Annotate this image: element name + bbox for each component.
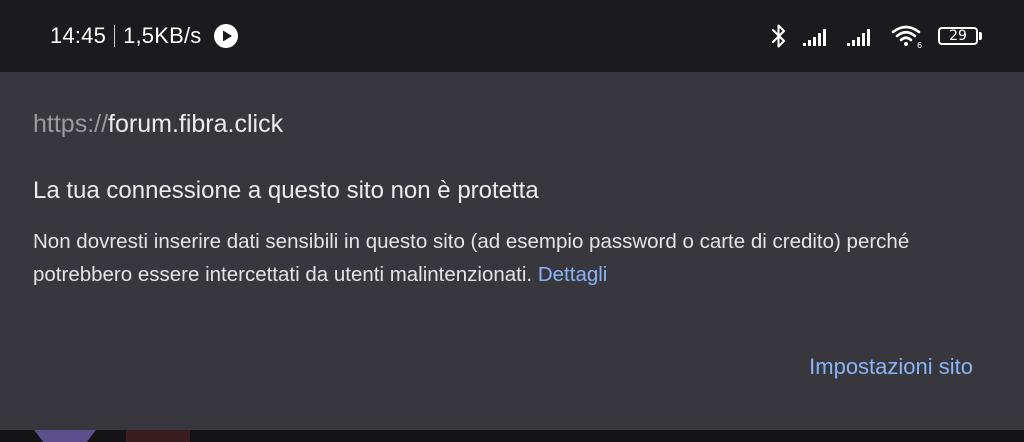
url-host: forum.fibra.click xyxy=(108,110,284,138)
background-thumbnail xyxy=(126,430,190,442)
details-link[interactable]: Dettagli xyxy=(538,263,608,286)
site-url: https://forum.fibra.click xyxy=(33,110,283,139)
status-left: 14:45 1,5KB/s xyxy=(50,22,238,50)
separator xyxy=(114,25,116,47)
site-info-panel: https://forum.fibra.click La tua conness… xyxy=(0,72,1024,430)
connection-warning-title: La tua connessione a questo sito non è p… xyxy=(33,177,539,204)
signal-icon xyxy=(846,25,876,47)
connection-warning-description: Non dovresti inserire dati sensibili in … xyxy=(33,225,1008,291)
network-speed: 1,5KB/s xyxy=(123,23,202,48)
battery-icon: 29 xyxy=(938,26,982,46)
status-bar: 14:45 1,5KB/s 6 29 xyxy=(0,0,1024,72)
status-right: 6 29 xyxy=(770,22,982,50)
clock: 14:45 xyxy=(50,23,107,48)
wifi-icon: 6 xyxy=(890,23,924,49)
url-scheme: https:// xyxy=(33,110,109,138)
description-text: Non dovresti inserire dati sensibili in … xyxy=(33,230,910,286)
battery-level: 29 xyxy=(938,27,978,45)
play-icon xyxy=(213,24,238,48)
signal-icon xyxy=(802,25,832,47)
background-tab-shape xyxy=(34,430,96,442)
site-settings-button[interactable]: Impostazioni sito xyxy=(809,354,973,380)
svg-text:6: 6 xyxy=(917,41,922,49)
battery-cap xyxy=(979,32,982,40)
bluetooth-icon xyxy=(770,23,788,49)
